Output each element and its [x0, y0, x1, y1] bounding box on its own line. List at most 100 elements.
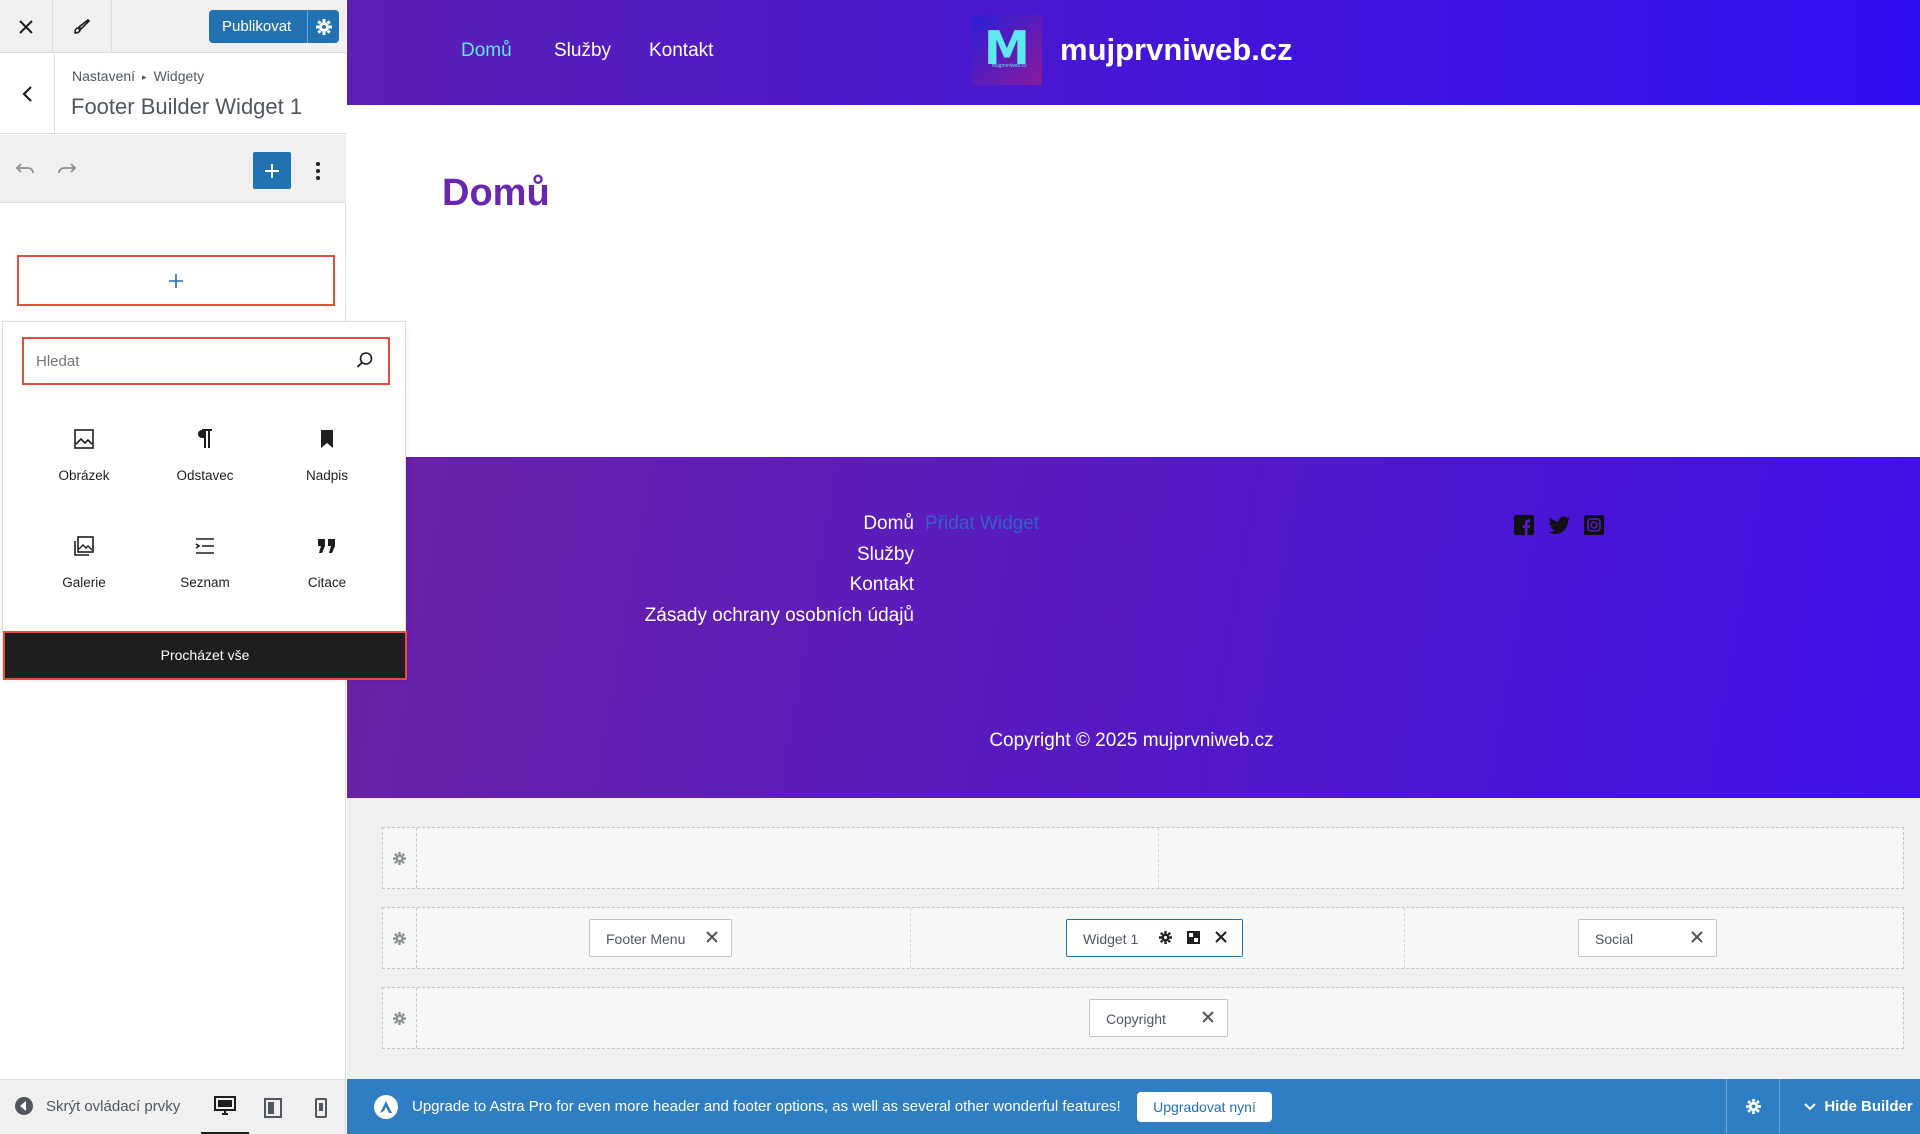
- astra-upgrade-bar: Upgrade to Astra Pro for even more heade…: [347, 1079, 1920, 1134]
- footer-menu-item[interactable]: Služby: [857, 544, 914, 566]
- publish-label: Publikovat: [222, 18, 292, 35]
- hide-controls-label: Skrýt ovládací prvky: [46, 1097, 181, 1115]
- page-title: Domů: [442, 172, 550, 214]
- copyright-chip[interactable]: Copyright: [1089, 999, 1228, 1037]
- add-widget-link[interactable]: Přidat Widget: [925, 513, 1039, 535]
- block-label: Galerie: [62, 575, 106, 590]
- paragraph-icon: [144, 424, 266, 454]
- plus-icon: [19, 257, 333, 304]
- gear-icon: [393, 1011, 406, 1025]
- quote-icon: [266, 531, 388, 561]
- block-search: [22, 337, 390, 385]
- gear-icon: [393, 851, 406, 865]
- preview-mobile-button[interactable]: [297, 1080, 345, 1134]
- block-label: Citace: [307, 575, 347, 590]
- smartphone-icon: [315, 1097, 327, 1118]
- footer-menu-item[interactable]: Kontakt: [850, 574, 914, 596]
- social-chip[interactable]: Social: [1578, 919, 1717, 957]
- undo-button[interactable]: [14, 157, 36, 179]
- toggle-block-inserter-button[interactable]: [253, 152, 291, 189]
- block-inserter-popover: Obrázek Odstavec Nadpis Galerie Seznam C…: [2, 321, 407, 680]
- footer-builder: Footer Menu Widget 1 Social Copyright: [347, 798, 1920, 1079]
- widget-layout-button[interactable]: [1187, 931, 1200, 944]
- chip-label: Footer Menu: [606, 931, 686, 947]
- block-label: Nadpis: [305, 468, 349, 483]
- upgrade-message: Upgrade to Astra Pro for even more heade…: [412, 1098, 1121, 1115]
- site-logo[interactable]: M mujprvniweb.cz: [972, 15, 1042, 85]
- heading-icon: [266, 424, 388, 454]
- brush-icon: [74, 18, 91, 34]
- plus-icon: [265, 163, 279, 178]
- customize-style-button[interactable]: [53, 0, 112, 53]
- image-icon: [23, 424, 145, 454]
- block-item-image[interactable]: Obrázek: [23, 410, 145, 500]
- gear-icon: [393, 931, 406, 945]
- block-item-gallery[interactable]: Galerie: [23, 517, 145, 607]
- block-item-paragraph[interactable]: Odstavec: [144, 410, 266, 500]
- hide-builder-label: Hide Builder: [1824, 1098, 1913, 1115]
- chevron-down-icon: [1804, 1102, 1817, 1110]
- builder-column[interactable]: [417, 828, 1159, 888]
- preview-desktop-button[interactable]: [201, 1080, 249, 1134]
- block-item-heading[interactable]: Nadpis: [266, 410, 388, 500]
- back-button[interactable]: [0, 54, 55, 134]
- tablet-icon: [264, 1097, 282, 1118]
- footer-menu-item[interactable]: Zásady ochrany osobních údajů: [645, 605, 914, 627]
- breadcrumb: Nastavení ▸ Widgety: [72, 68, 204, 84]
- instagram-icon[interactable]: [1584, 515, 1606, 537]
- twitter-icon[interactable]: [1549, 515, 1571, 537]
- remove-footer-menu-button[interactable]: [706, 931, 718, 943]
- facebook-icon[interactable]: [1514, 515, 1536, 537]
- block-item-list[interactable]: Seznam: [144, 517, 266, 607]
- close-icon: [19, 19, 33, 34]
- list-icon: [144, 531, 266, 561]
- close-icon: [706, 931, 718, 943]
- widget-settings-button[interactable]: [1159, 931, 1172, 944]
- block-search-input[interactable]: [36, 349, 336, 373]
- redo-button[interactable]: [56, 157, 78, 179]
- remove-widget-button[interactable]: [1215, 931, 1227, 943]
- gallery-icon: [23, 531, 145, 561]
- nav-link-contact[interactable]: Kontakt: [649, 40, 713, 62]
- footer-menu-item[interactable]: Domů: [863, 513, 914, 535]
- footer-copyright: Copyright © 2025 mujprvniweb.cz: [347, 730, 1920, 752]
- astra-logo-icon: [374, 1095, 398, 1119]
- close-icon: [1215, 931, 1227, 943]
- chip-label: Copyright: [1106, 1011, 1166, 1027]
- hide-builder-button[interactable]: Hide Builder: [1797, 1079, 1920, 1134]
- hide-controls-button[interactable]: Skrýt ovládací prvky: [14, 1096, 180, 1116]
- close-customizer-button[interactable]: [0, 0, 53, 53]
- builder-row-below: Copyright: [382, 987, 1904, 1049]
- more-options-button[interactable]: [310, 155, 326, 187]
- desktop-icon: [214, 1096, 236, 1115]
- breadcrumb-item: Nastavení: [72, 68, 136, 84]
- block-item-quote[interactable]: Citace: [266, 517, 388, 607]
- more-vertical-icon: [316, 162, 320, 180]
- widget-1-chip[interactable]: Widget 1: [1066, 919, 1243, 957]
- builder-row-primary: Footer Menu Widget 1 Social: [382, 907, 1904, 969]
- remove-social-button[interactable]: [1691, 931, 1703, 943]
- logo-small-text: mujprvniweb.cz: [992, 63, 1027, 69]
- add-block-button[interactable]: [17, 255, 335, 306]
- footer-menu-chip[interactable]: Footer Menu: [589, 919, 732, 957]
- preview-tablet-button[interactable]: [249, 1080, 297, 1134]
- site-title[interactable]: mujprvniweb.cz: [1060, 32, 1293, 68]
- nav-link-services[interactable]: Služby: [554, 40, 611, 62]
- row-settings-button[interactable]: [383, 988, 417, 1048]
- site-footer: Domů Služby Kontakt Zásady ochrany osobn…: [347, 457, 1920, 798]
- builder-row-above: [382, 827, 1904, 889]
- remove-copyright-button[interactable]: [1202, 1011, 1214, 1023]
- copyright-text: Copyright © 2025 mujprvniweb.cz: [989, 730, 1274, 751]
- row-settings-button[interactable]: [383, 908, 417, 968]
- upgrade-now-button[interactable]: Upgradovat nyní: [1137, 1092, 1272, 1122]
- gear-icon: [1745, 1099, 1761, 1114]
- browse-all-button[interactable]: Procházet vše: [3, 631, 407, 680]
- row-settings-button[interactable]: [383, 828, 417, 888]
- redo-icon: [58, 163, 77, 174]
- nav-link-home[interactable]: Domů: [461, 40, 512, 62]
- layout-icon: [1187, 931, 1200, 944]
- publish-settings-button[interactable]: [307, 10, 339, 43]
- publish-button[interactable]: Publikovat: [209, 10, 339, 43]
- undo-icon: [15, 163, 34, 174]
- builder-settings-button[interactable]: [1726, 1079, 1780, 1134]
